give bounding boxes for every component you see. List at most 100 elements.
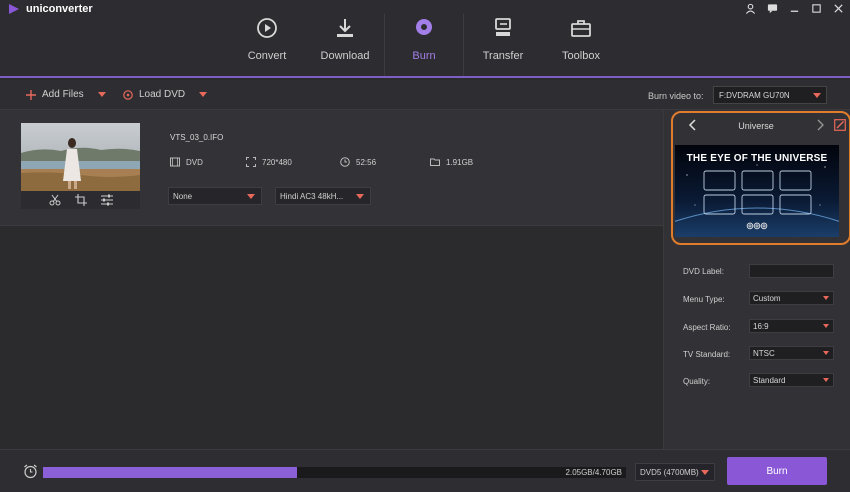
- quality-label: Quality:: [683, 377, 711, 386]
- brand: uniconverter: [8, 3, 93, 15]
- file-format: DVD: [170, 157, 203, 167]
- convert-icon: [257, 18, 277, 38]
- transfer-icon: [495, 18, 511, 36]
- chevron-down-icon[interactable]: [97, 92, 106, 97]
- app-name: uniconverter: [26, 3, 93, 15]
- file-resolution-value: 720*480: [262, 157, 292, 167]
- disc-usage-bar: 2.05GB/4.70GB: [43, 467, 626, 478]
- disc-usage-fill: [43, 467, 297, 478]
- thumbnail-image: [21, 123, 140, 191]
- tab-download-label: Download: [320, 50, 370, 62]
- audio-track-value: Hindi AC3 48kH...: [280, 191, 344, 201]
- crop-icon[interactable]: [74, 194, 87, 206]
- subtitle-select[interactable]: None: [168, 187, 262, 205]
- burn-target-select[interactable]: F:DVDRAM GU70N: [713, 86, 827, 104]
- dvd-settings-panel: Universe THE EYE OF THE UNIVERSE ◎◎◎ DVD…: [663, 110, 850, 449]
- main-tabs: Convert Download Burn Transfer Toolbox: [228, 14, 620, 76]
- file-duration: 52:56: [340, 157, 376, 167]
- disc-icon: [123, 89, 133, 100]
- chevron-down-icon: [701, 470, 709, 475]
- film-icon: [170, 157, 180, 167]
- user-icon[interactable]: [744, 2, 756, 14]
- tab-convert-label: Convert: [247, 50, 287, 62]
- file-duration-value: 52:56: [356, 157, 377, 167]
- aspect-ratio-label: Aspect Ratio:: [683, 323, 731, 332]
- clock-icon: [340, 157, 350, 167]
- template-nav-buttons: ◎◎◎: [746, 221, 768, 230]
- file-size-value: 1.91GB: [446, 157, 474, 167]
- tab-convert[interactable]: Convert: [228, 16, 306, 76]
- aspect-ratio-value: 16:9: [753, 321, 769, 331]
- top-navigation: uniconverter Convert Download Burn Trans…: [0, 0, 850, 78]
- tv-standard-value: NTSC: [753, 348, 775, 358]
- quality-select[interactable]: Standard: [749, 373, 834, 387]
- scissors-icon[interactable]: [49, 194, 61, 206]
- template-preview-title: THE EYE OF THE UNIVERSE: [686, 153, 828, 164]
- thumbnail-tools: [21, 191, 140, 209]
- add-files-button[interactable]: Add Files: [26, 89, 106, 100]
- video-thumbnail[interactable]: [21, 123, 140, 191]
- add-files-label: Add Files: [42, 89, 84, 100]
- plus-icon: [26, 89, 36, 100]
- chevron-down-icon: [823, 324, 829, 328]
- maximize-icon[interactable]: [810, 2, 822, 14]
- quality-value: Standard: [753, 375, 786, 385]
- bottom-bar: 2.05GB/4.70GB DVD5 (4700MB) Burn: [0, 449, 850, 492]
- file-name: VTS_03_0.IFO: [170, 133, 224, 142]
- logo-icon: [9, 4, 19, 14]
- chevron-down-icon: [247, 194, 255, 199]
- tv-standard-label: TV Standard:: [683, 350, 731, 359]
- tab-transfer-label: Transfer: [482, 50, 524, 62]
- load-dvd-label: Load DVD: [139, 89, 186, 100]
- menu-type-value: Custom: [753, 293, 781, 303]
- tab-burn-label: Burn: [412, 50, 436, 62]
- menu-type-select[interactable]: Custom: [749, 291, 834, 305]
- chevron-down-icon: [813, 93, 821, 98]
- list-item[interactable]: VTS_03_0.IFO DVD 720*480 52:56 1.91GB No…: [0, 110, 663, 226]
- tab-toolbox-label: Toolbox: [562, 50, 600, 62]
- menu-type-label: Menu Type:: [683, 295, 725, 304]
- window-controls: [744, 2, 844, 14]
- dvd-label-input[interactable]: [749, 264, 834, 278]
- burn-to-label: Burn video to:: [648, 91, 704, 101]
- resolution-icon: [246, 157, 256, 167]
- template-name: Universe: [738, 121, 774, 131]
- tv-standard-select[interactable]: NTSC: [749, 346, 834, 360]
- chevron-down-icon[interactable]: [199, 92, 208, 97]
- aspect-ratio-select[interactable]: 16:9: [749, 319, 834, 333]
- file-list: VTS_03_0.IFO DVD 720*480 52:56 1.91GB No…: [0, 110, 663, 449]
- audio-track-select[interactable]: Hindi AC3 48kH...: [275, 187, 371, 205]
- chevron-down-icon: [356, 194, 364, 199]
- subtitle-value: None: [173, 191, 193, 201]
- chevron-down-icon: [823, 296, 829, 300]
- close-icon[interactable]: [832, 2, 844, 14]
- app-window: uniconverter Convert Download Burn Trans…: [0, 0, 850, 492]
- tab-burn[interactable]: Burn: [385, 16, 463, 76]
- load-dvd-button[interactable]: Load DVD: [123, 89, 208, 100]
- file-size: 1.91GB: [430, 157, 473, 167]
- chevron-left-icon[interactable]: [687, 119, 699, 131]
- chevron-down-icon: [823, 378, 829, 382]
- template-preview[interactable]: THE EYE OF THE UNIVERSE ◎◎◎: [675, 145, 839, 237]
- tab-toolbox[interactable]: Toolbox: [542, 16, 620, 76]
- folder-icon: [430, 158, 440, 166]
- disc-type-value: DVD5 (4700MB): [640, 467, 699, 477]
- chevron-right-icon[interactable]: [814, 119, 826, 131]
- file-format-value: DVD: [186, 157, 203, 167]
- download-icon: [337, 19, 353, 37]
- edit-icon[interactable]: [834, 119, 846, 131]
- alarm-clock-icon[interactable]: [23, 464, 38, 479]
- burn-button[interactable]: Burn: [727, 457, 827, 485]
- file-resolution: 720*480: [246, 157, 292, 167]
- tab-transfer[interactable]: Transfer: [464, 16, 542, 76]
- tab-download[interactable]: Download: [306, 16, 384, 76]
- burn-target-value: F:DVDRAM GU70N: [719, 90, 790, 100]
- chevron-down-icon: [823, 351, 829, 355]
- minimize-icon[interactable]: [788, 2, 800, 14]
- dvd-label-label: DVD Label:: [683, 267, 724, 276]
- disc-type-select[interactable]: DVD5 (4700MB): [635, 463, 715, 481]
- toolbox-icon: [571, 20, 591, 37]
- adjust-icon[interactable]: [100, 194, 113, 206]
- burn-icon: [416, 19, 432, 35]
- message-icon[interactable]: [766, 2, 778, 14]
